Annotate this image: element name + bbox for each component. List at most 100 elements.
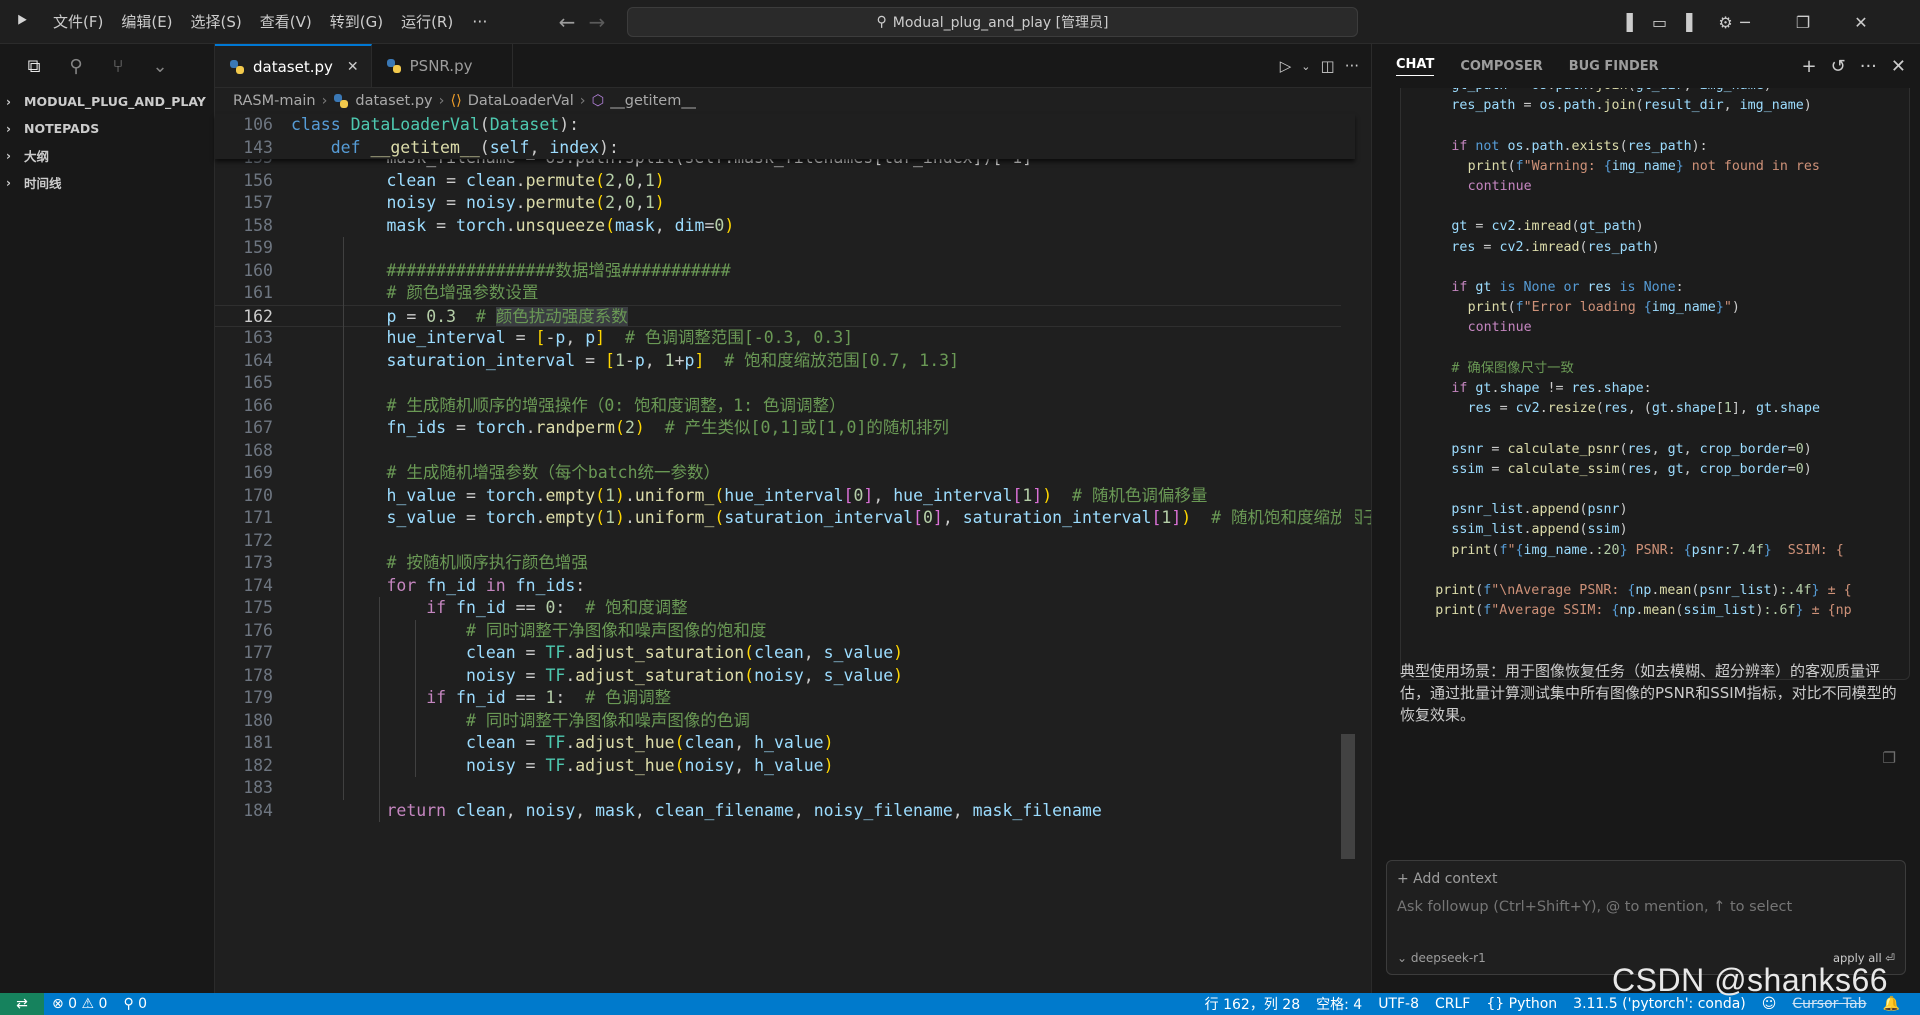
code-line[interactable]: 159: [215, 237, 1355, 260]
code-line[interactable]: 165: [215, 372, 1355, 395]
restore-icon[interactable]: ❐: [1774, 0, 1832, 44]
editor-tabs: dataset.py ✕ PSNR.py ▷ ⌄ ◫ ···: [215, 44, 1371, 88]
language-mode[interactable]: {} Python: [1478, 996, 1565, 1012]
code-line[interactable]: 177 clean = TF.adjust_saturation(clean, …: [215, 642, 1355, 665]
ports-indicator[interactable]: ⚲ 0: [115, 996, 155, 1012]
more-actions-icon[interactable]: ···: [1860, 56, 1877, 77]
close-icon[interactable]: ✕: [347, 59, 359, 75]
breadcrumb-method[interactable]: __getitem__: [610, 93, 696, 109]
code-line[interactable]: 171 s_value = torch.empty(1).uniform_(sa…: [215, 507, 1371, 530]
code-line[interactable]: 162 p = 0.3 # 颜色扰动强度系数: [215, 304, 1355, 327]
menu-item[interactable]: 编辑(E): [112, 8, 181, 36]
menu-item[interactable]: 运行(R): [392, 8, 462, 36]
history-icon[interactable]: ↺: [1831, 56, 1846, 77]
minimize-icon[interactable]: ─: [1716, 0, 1774, 44]
code-line[interactable]: 160 #################数据增强###########: [215, 260, 1355, 283]
code-token: ,: [952, 800, 973, 820]
followup-input[interactable]: [1397, 899, 1887, 915]
new-chat-icon[interactable]: +: [1802, 56, 1817, 77]
code-line[interactable]: 169 # 生成随机增强参数（每个batch统一参数）: [215, 462, 1355, 485]
remote-indicator-icon[interactable]: ⇄: [0, 993, 44, 1015]
menu-item[interactable]: 选择(S): [182, 8, 251, 36]
breadcrumb-folder[interactable]: RASM-main: [233, 93, 316, 109]
tab-chat[interactable]: CHAT: [1396, 57, 1435, 76]
code-line[interactable]: 179 if fn_id == 1: # 色调调整: [215, 687, 1355, 710]
sidebar-section[interactable]: › MODUAL_PLUG_AND_PLAY: [0, 88, 214, 115]
code-token: =: [1787, 441, 1796, 457]
editor-scrollbar[interactable]: [1341, 114, 1355, 993]
sticky-line[interactable]: 106 class DataLoaderVal(Dataset):: [215, 114, 1355, 137]
code-line[interactable]: 164 saturation_interval = [1-p, 1+p] # 饱…: [215, 350, 1355, 373]
back-arrow-icon[interactable]: ←: [552, 10, 582, 34]
explorer-icon[interactable]: ⧉: [20, 52, 48, 80]
chevron-down-icon[interactable]: ⌄: [1301, 60, 1310, 73]
toggle-primary-sidebar-icon[interactable]: ▐: [1610, 0, 1643, 44]
command-center-search[interactable]: ⚲ Modual_plug_and_play [管理员]: [627, 7, 1358, 37]
menu-item[interactable]: 转到(G): [321, 8, 392, 36]
menu-item[interactable]: 查看(V): [251, 8, 321, 36]
code-line[interactable]: 168: [215, 440, 1355, 463]
code-token: exists: [1571, 138, 1620, 154]
encoding[interactable]: UTF-8: [1370, 996, 1427, 1012]
scrollbar-thumb[interactable]: [1341, 734, 1355, 859]
close-window-icon[interactable]: ✕: [1832, 0, 1890, 44]
breadcrumb-file[interactable]: dataset.py: [355, 93, 432, 109]
copy-icon[interactable]: ❐: [1883, 749, 1896, 767]
forward-arrow-icon[interactable]: →: [582, 10, 612, 34]
tab-dataset-py[interactable]: dataset.py ✕: [215, 44, 372, 87]
indentation[interactable]: 空格: 4: [1308, 994, 1370, 1014]
code-line[interactable]: 173 # 按随机顺序执行颜色增强: [215, 552, 1355, 575]
code-line[interactable]: 172: [215, 530, 1355, 553]
tab-psnr-py[interactable]: PSNR.py: [372, 44, 514, 87]
code-editor[interactable]: 155 mask_filename = os.path.split(self.m…: [215, 114, 1371, 993]
add-context-button[interactable]: + Add context: [1397, 871, 1498, 887]
tab-composer[interactable]: COMPOSER: [1460, 59, 1542, 74]
sidebar-section[interactable]: › NOTEPADS: [0, 115, 214, 142]
code-line[interactable]: 184 return clean, noisy, mask, clean_fil…: [215, 800, 1355, 823]
code-line[interactable]: 183: [215, 777, 1355, 800]
code-line[interactable]: 180 # 同时调整干净图像和噪声图像的色调: [215, 710, 1355, 733]
code-line[interactable]: 176 # 同时调整干净图像和噪声图像的饱和度: [215, 620, 1355, 643]
toggle-secondary-sidebar-icon[interactable]: ▌: [1676, 0, 1709, 44]
toggle-panel-icon[interactable]: ▭: [1643, 0, 1676, 44]
code-line[interactable]: 166 # 生成随机顺序的增强操作（0: 饱和度调整，1: 色调调整）: [215, 395, 1355, 418]
code-line[interactable]: 161 # 颜色增强参数设置: [215, 282, 1355, 305]
code-line[interactable]: 178 noisy = TF.adjust_saturation(noisy, …: [215, 665, 1355, 688]
close-icon[interactable]: ✕: [1891, 56, 1906, 77]
code-line[interactable]: 157 noisy = noisy.permute(2,0,1): [215, 192, 1355, 215]
code-token: TF: [545, 643, 566, 662]
line-number: 157: [243, 193, 273, 212]
code-line[interactable]: 158 mask = torch.unsqueeze(mask, dim=0): [215, 215, 1355, 238]
menu-item[interactable]: 文件(F): [44, 8, 112, 36]
problems-indicator[interactable]: ⊗ 0 ⚠ 0: [44, 996, 115, 1012]
model-selector[interactable]: ⌄ deepseek-r1: [1397, 951, 1486, 965]
search-icon[interactable]: ⚲: [62, 52, 90, 80]
code-line[interactable]: 181 clean = TF.adjust_hue(clean, h_value…: [215, 732, 1355, 755]
code-line[interactable]: 182 noisy = TF.adjust_hue(noisy, h_value…: [215, 755, 1355, 778]
menu-more-button[interactable]: ···: [462, 12, 497, 31]
code-token: hue_interval: [893, 485, 1013, 505]
end-of-line[interactable]: CRLF: [1427, 996, 1478, 1012]
code-line[interactable]: 170 h_value = torch.empty(1).uniform_(hu…: [215, 485, 1355, 508]
breadcrumb-class[interactable]: DataLoaderVal: [468, 93, 574, 109]
sidebar-section[interactable]: › 大纲: [0, 142, 214, 169]
cursor-position[interactable]: 行 162，列 28: [1197, 994, 1308, 1014]
code-line[interactable]: 167 fn_ids = torch.randperm(2) # 产生类似[0,…: [215, 417, 1355, 440]
sticky-line[interactable]: 143 def __getitem__(self, index):: [215, 137, 1355, 160]
sidebar-section[interactable]: › 时间线: [0, 169, 214, 196]
code-token: .: [1555, 98, 1564, 114]
code-line[interactable]: 174 for fn_id in fn_ids:: [215, 575, 1355, 598]
code-token: {: [1643, 300, 1652, 316]
source-control-icon[interactable]: ⑂: [104, 52, 132, 80]
chevron-down-icon[interactable]: ⌄: [146, 52, 174, 80]
run-icon[interactable]: ▷: [1280, 57, 1292, 75]
tab-bug-finder[interactable]: BUG FINDER: [1569, 59, 1659, 74]
line-source: # 按随机顺序执行颜色增强: [307, 552, 587, 575]
more-actions-icon[interactable]: ···: [1345, 57, 1359, 75]
code-line[interactable]: 156 clean = clean.permute(2,0,1): [215, 170, 1355, 193]
split-editor-icon[interactable]: ◫: [1321, 57, 1335, 75]
code-line[interactable]: 175 if fn_id == 0: # 饱和度调整: [215, 597, 1355, 620]
sticky-scroll[interactable]: 106 class DataLoaderVal(Dataset): 143 def …: [215, 114, 1355, 159]
code-line[interactable]: 163 hue_interval = [-p, p] # 色调调整范围[-0.3…: [215, 327, 1355, 350]
